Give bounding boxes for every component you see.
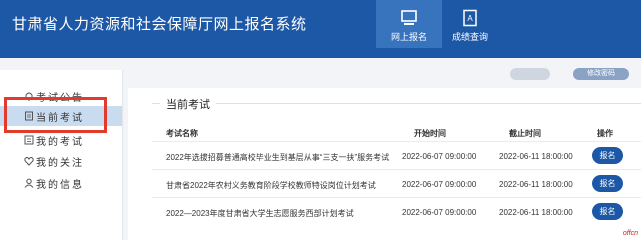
change-password-label: 修改密码 <box>587 70 615 77</box>
start-time: 2022-06-07 09:00:00 <box>402 152 477 161</box>
exam-name: 2022—2023年度甘肃省大学生志愿服务西部计划考试 <box>166 209 354 218</box>
heart-icon <box>24 156 34 166</box>
exam-name: 甘肃省2022年农村义务教育阶段学校教师特设岗位计划考试 <box>166 181 376 190</box>
column-header-action: 操作 <box>597 129 613 138</box>
sidebar-item-label: 我的考试 <box>36 137 84 148</box>
table-row: 2022—2023年度甘肃省大学生志愿服务西部计划考试 2022-06-07 0… <box>152 197 641 226</box>
column-header-name: 考试名称 <box>166 129 198 138</box>
column-header-end: 截止时间 <box>509 129 541 138</box>
sidebar-item-label: 我的信息 <box>36 180 84 191</box>
register-button[interactable]: 报名 <box>592 203 623 220</box>
nav-label: 网上报名 <box>390 32 427 42</box>
svg-text:A: A <box>467 14 473 23</box>
sidebar-item-my-info[interactable]: 我的信息 <box>0 173 122 193</box>
end-time: 2022-06-11 18:00:00 <box>499 208 573 217</box>
app-header: 甘肃省人力资源和社会保障厅网上报名系统 网上报名 A 成绩查询 <box>0 0 641 58</box>
sidebar-item-my-exams[interactable]: 我的考试 <box>0 130 122 150</box>
register-button[interactable]: 报名 <box>592 175 623 192</box>
user-icon <box>24 178 34 188</box>
sidebar-item-my-follows[interactable]: 我的关注 <box>0 151 122 171</box>
watermark: offcn <box>622 230 638 237</box>
main-panel: 当前考试 考试名称 开始时间 截止时间 操作 2022年选拔招募普通高校毕业生到… <box>128 88 641 240</box>
faded-user-info <box>510 68 550 80</box>
nav-score-query[interactable]: A 成绩查询 <box>437 0 503 48</box>
highlight-annotation <box>4 97 107 133</box>
nav-online-registration[interactable]: 网上报名 <box>376 0 442 48</box>
table-row: 2022年选拔招募普通高校毕业生到基层从事“三支一扶”服务考试 2022-06-… <box>152 141 641 170</box>
monitor-icon <box>401 10 417 25</box>
column-header-start: 开始时间 <box>414 129 446 138</box>
nav-label: 成绩查询 <box>451 32 488 42</box>
section-title: 当前考试 <box>160 96 216 112</box>
sidebar: 考试公告 当前考试 我的考试 我的关注 我的信息 <box>0 70 123 240</box>
section-divider <box>152 103 641 104</box>
table-row: 甘肃省2022年农村义务教育阶段学校教师特设岗位计划考试 2022-06-07 … <box>152 169 641 198</box>
score-doc-icon: A <box>463 9 477 27</box>
app-title: 甘肃省人力资源和社会保障厅网上报名系统 <box>12 16 307 33</box>
exam-name: 2022年选拔招募普通高校毕业生到基层从事“三支一扶”服务考试 <box>166 153 390 162</box>
end-time: 2022-06-11 18:00:00 <box>499 180 573 189</box>
change-password-button[interactable]: 修改密码 <box>573 68 629 80</box>
end-time: 2022-06-11 18:00:00 <box>499 152 573 161</box>
sidebar-item-label: 我的关注 <box>36 158 84 169</box>
start-time: 2022-06-07 09:00:00 <box>402 208 477 217</box>
start-time: 2022-06-07 09:00:00 <box>402 180 477 189</box>
register-button[interactable]: 报名 <box>592 147 623 164</box>
list-icon <box>24 135 34 145</box>
